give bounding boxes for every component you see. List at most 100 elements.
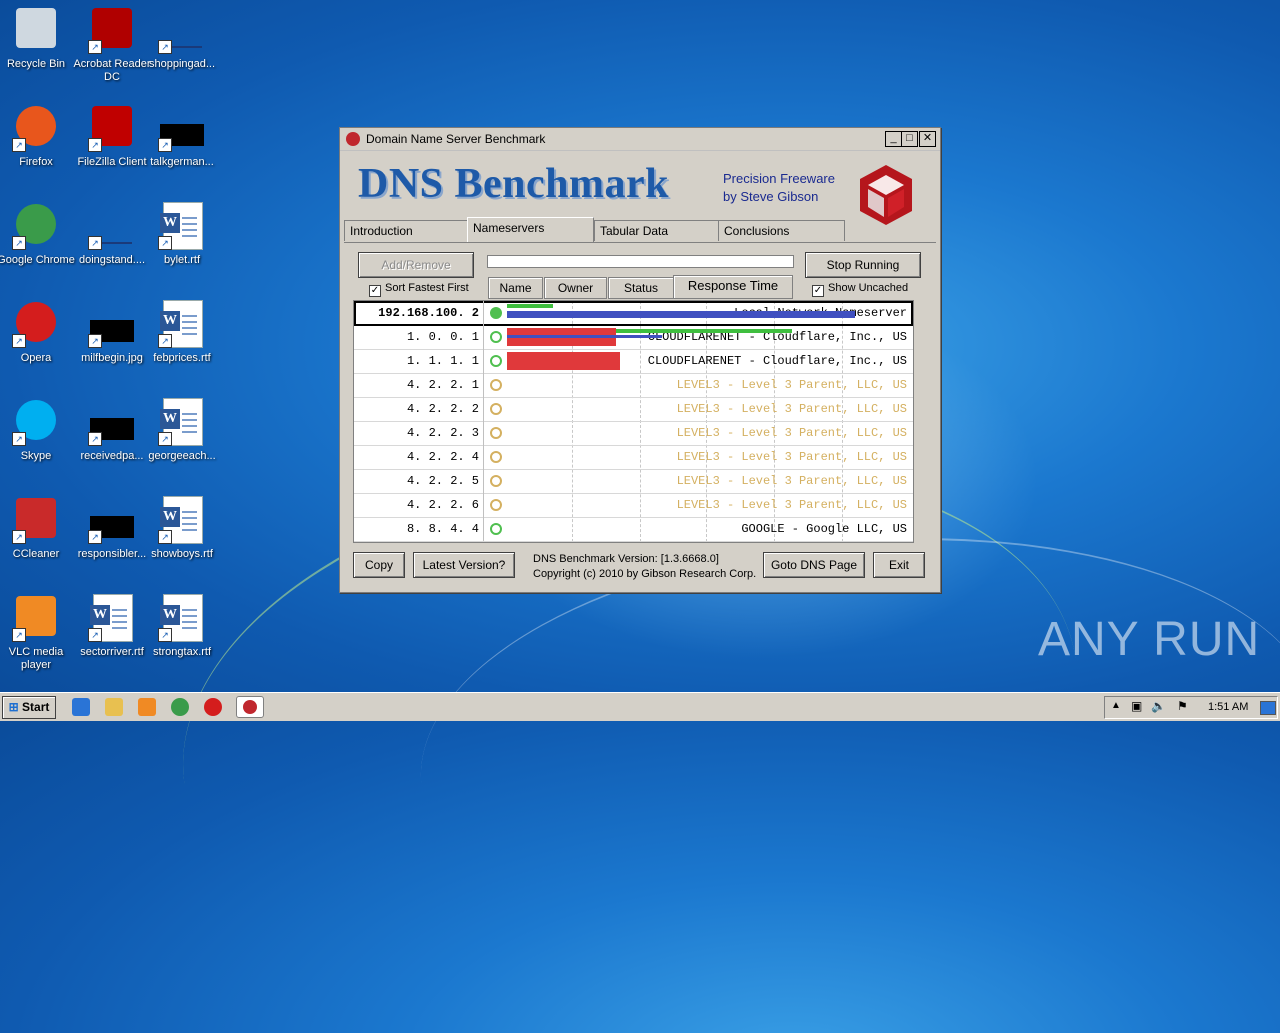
volume-icon[interactable]: 🔈 [1151, 699, 1166, 713]
cached-response-bar [507, 352, 620, 370]
desktop-icon[interactable]: W ↗ strongtax.rtf [140, 594, 224, 659]
start-label: Start [22, 700, 50, 714]
network-icon[interactable]: ▣ [1131, 699, 1142, 713]
title-bar[interactable]: Domain Name Server Benchmark _ □ ✕ [340, 128, 940, 151]
desktop-icon[interactable]: ↗ Opera [0, 300, 78, 365]
desktop-icon-label: Recycle Bin [6, 58, 66, 70]
column-name[interactable]: Name [488, 277, 543, 299]
opera-icon[interactable] [204, 698, 222, 716]
vertical-scrollbar[interactable]: ▲ ▼ [913, 301, 914, 542]
desktop-icon-label: showboys.rtf [151, 548, 213, 560]
shortcut-arrow-icon: ↗ [88, 530, 102, 544]
desktop-icon[interactable]: ↗ CCleaner [0, 496, 78, 561]
desktop-icon[interactable]: Recycle Bin [0, 6, 78, 71]
tab-tabular-data[interactable]: Tabular Data [594, 220, 719, 241]
checkmark-icon: ✓ [812, 285, 824, 297]
desktop-icon[interactable]: ↗ VLC media player [0, 594, 78, 672]
sort-fastest-checkbox[interactable]: ✓ Sort Fastest First [369, 282, 469, 297]
column-owner[interactable]: Owner [544, 277, 607, 299]
word-icon: W ↗ [158, 496, 206, 544]
ie-icon[interactable] [72, 698, 90, 716]
exit-button[interactable]: Exit [873, 552, 925, 578]
word-icon: W ↗ [88, 594, 136, 642]
table-row[interactable]: 4. 2. 2. 6 LEVEL3 - Level 3 Parent, LLC, … [354, 493, 913, 518]
row-ip: 192.168.100. 2 [354, 301, 484, 325]
recycle-bin-icon [12, 6, 60, 54]
desktop-icon[interactable]: W ↗ georgeeach... [140, 398, 224, 463]
close-button[interactable]: ✕ [919, 131, 936, 147]
acrobat-icon: ↗ [88, 6, 136, 54]
latest-version-button[interactable]: Latest Version? [413, 552, 515, 578]
desktop-icon[interactable]: W ↗ bylet.rtf [140, 202, 224, 267]
table-row[interactable]: 4. 2. 2. 3 LEVEL3 - Level 3 Parent, LLC, … [354, 421, 913, 446]
show-desktop-icon[interactable] [1260, 701, 1276, 715]
column-response-time[interactable]: Response Time [673, 275, 793, 299]
taskbar: ⊞ Start ▲ ▣ 🔈 ⚑ 1:51 AM [0, 692, 1280, 721]
show-uncached-checkbox[interactable]: ✓ Show Uncached [812, 282, 908, 297]
shortcut-arrow-icon: ↗ [12, 530, 26, 544]
desktop-icon[interactable]: ↗ Firefox [0, 104, 78, 169]
dotcom-response-bar [507, 315, 855, 318]
start-button[interactable]: ⊞ Start [2, 696, 56, 719]
media-player-icon[interactable] [138, 698, 156, 716]
brand-title: DNS Benchmark [358, 161, 670, 207]
copy-button[interactable]: Copy [353, 552, 405, 578]
column-status[interactable]: Status [608, 277, 674, 299]
desktop-icon[interactable]: ↗ Skype [0, 398, 78, 463]
skype-icon: ↗ [12, 398, 60, 446]
chrome-icon[interactable] [171, 698, 189, 716]
row-owner: LEVEL3 - Level 3 Parent, LLC, US [676, 426, 907, 440]
desktop-icon-label: CCleaner [12, 548, 60, 560]
chrome-icon: ↗ [12, 202, 60, 250]
tagline: Precision Freeware [723, 171, 835, 186]
stop-running-button[interactable]: Stop Running [805, 252, 921, 278]
desktop-icon-label: talkgerman... [150, 156, 214, 168]
desktop-icon[interactable]: W ↗ febprices.rtf [140, 300, 224, 365]
dns-benchmark-task[interactable] [236, 696, 264, 718]
desktop-icon[interactable]: ↗ Google Chrome [0, 202, 78, 267]
row-ip: 4. 2. 2. 1 [354, 373, 484, 397]
show-hidden-icons-icon[interactable]: ▲ [1111, 700, 1121, 711]
table-row[interactable]: 8. 8. 4. 4 GOOGLE - Google LLC, US [354, 517, 913, 542]
copyright-text: Copyright (c) 2010 by Gibson Research Co… [533, 568, 757, 580]
desktop-icon[interactable]: ↗ talkgerman... [140, 104, 224, 169]
shortcut-arrow-icon: ↗ [88, 40, 102, 54]
file-icon: ↗ [158, 6, 206, 54]
desktop-icon-label: Skype [20, 450, 52, 462]
table-row[interactable]: 4. 2. 2. 5 LEVEL3 - Level 3 Parent, LLC, … [354, 469, 913, 494]
flag-icon[interactable]: ⚑ [1177, 699, 1188, 713]
desktop-icon-label: Google Chrome [0, 254, 75, 266]
table-row[interactable]: 192.168.100. 2Local Network Nameserver [354, 301, 913, 326]
desktop-icon[interactable]: W ↗ showboys.rtf [140, 496, 224, 561]
table-row[interactable]: 4. 2. 2. 2 LEVEL3 - Level 3 Parent, LLC, … [354, 397, 913, 422]
shortcut-arrow-icon: ↗ [12, 138, 26, 152]
tab-nameservers[interactable]: Nameservers [467, 217, 594, 242]
clock[interactable]: 1:51 AM [1208, 701, 1248, 713]
add-remove-button[interactable]: Add/Remove [358, 252, 474, 278]
file-icon: ↗ [158, 104, 206, 152]
shortcut-arrow-icon: ↗ [158, 334, 172, 348]
tab-introduction[interactable]: Introduction [344, 220, 469, 241]
show-uncached-label: Show Uncached [828, 282, 909, 294]
maximize-button[interactable]: □ [901, 131, 918, 147]
shortcut-arrow-icon: ↗ [158, 432, 172, 446]
nameserver-grid[interactable]: 192.168.100. 2Local Network Nameserver1.… [353, 300, 914, 543]
shortcut-arrow-icon: ↗ [158, 530, 172, 544]
table-row[interactable]: 1. 1. 1. 1 CLOUDFLARENET - Cloudflare, In… [354, 349, 913, 374]
dns-benchmark-window[interactable]: Domain Name Server Benchmark _ □ ✕ DNS B… [339, 127, 941, 593]
shortcut-arrow-icon: ↗ [12, 334, 26, 348]
status-dot-icon [490, 499, 502, 511]
firefox-icon: ↗ [12, 104, 60, 152]
status-dot-icon [490, 355, 502, 367]
row-owner: LEVEL3 - Level 3 Parent, LLC, US [676, 402, 907, 416]
desktop-icon[interactable]: ↗ shoppingad... [140, 6, 224, 71]
explorer-icon[interactable] [105, 698, 123, 716]
table-row[interactable]: 4. 2. 2. 4 LEVEL3 - Level 3 Parent, LLC, … [354, 445, 913, 470]
shortcut-arrow-icon: ↗ [158, 628, 172, 642]
table-row[interactable]: 4. 2. 2. 1 LEVEL3 - Level 3 Parent, LLC, … [354, 373, 913, 398]
goto-dns-page-button[interactable]: Goto DNS Page [763, 552, 865, 578]
table-row[interactable]: 1. 0. 0. 1 CLOUDFLARENET - Cloudflare, In… [354, 325, 913, 350]
tab-conclusions[interactable]: Conclusions [718, 220, 845, 241]
minimize-button[interactable]: _ [885, 131, 902, 147]
shortcut-arrow-icon: ↗ [88, 236, 102, 250]
